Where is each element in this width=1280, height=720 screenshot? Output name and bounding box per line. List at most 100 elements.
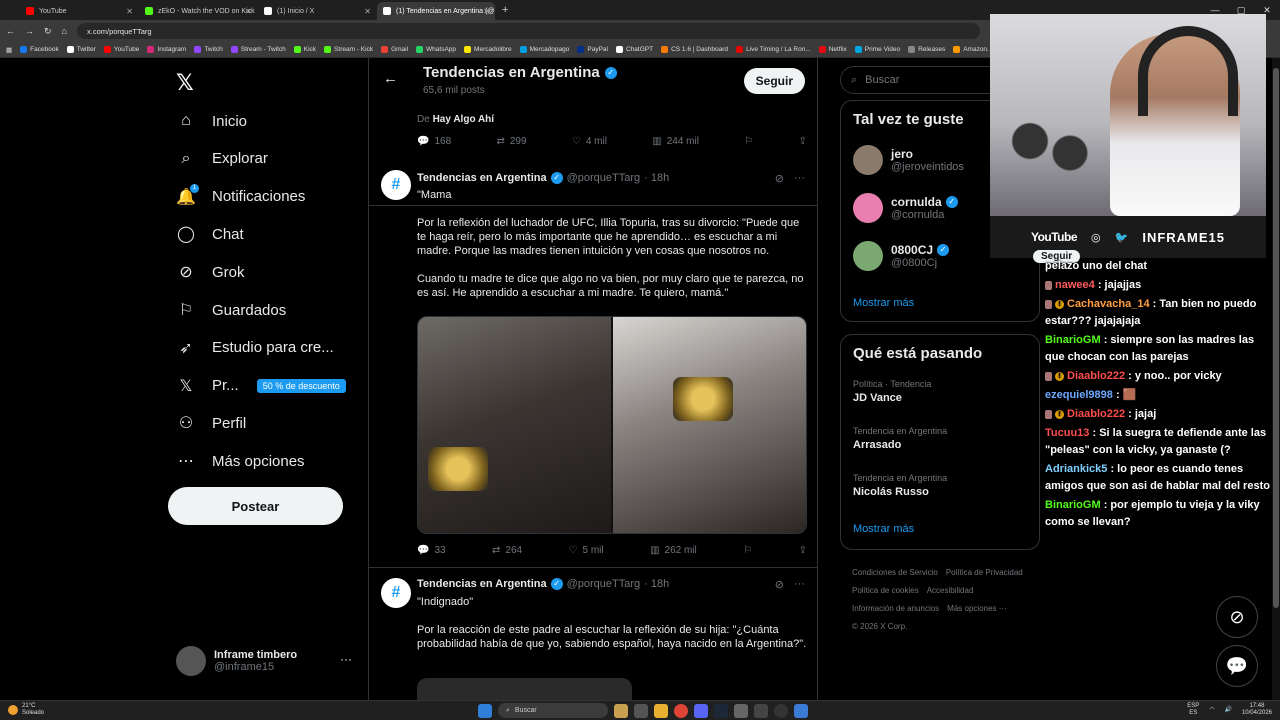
tweet[interactable]: # Tendencias en Argentina ✓ @porqueTTarg… [369, 160, 817, 568]
bookmark-item[interactable]: Instagram [147, 46, 186, 53]
bookmark-item[interactable]: PayPal [577, 46, 608, 53]
avatar[interactable] [853, 145, 883, 175]
grok-icon[interactable]: ⊘ [1216, 596, 1258, 638]
url-field[interactable]: x.com/porqueTTarg [76, 23, 980, 39]
post-button[interactable]: Postear [168, 487, 343, 525]
bookmark-icon[interactable]: ⚐ [743, 545, 752, 556]
browser-tab[interactable]: YouTube ✕ [20, 2, 138, 20]
bookmark-item[interactable]: Gmail [381, 46, 408, 53]
bookmark-item[interactable]: Stream - Kick [324, 46, 373, 53]
suggested-account[interactable]: 0800CJ ✓ @0800Cj [853, 241, 950, 271]
back-arrow-icon[interactable]: ← [383, 70, 398, 87]
tweet-time[interactable]: · 18h [644, 172, 669, 184]
follow-button[interactable]: Seguir [743, 68, 805, 94]
avatar[interactable] [853, 193, 883, 223]
author-name[interactable]: Tendencias en Argentina [417, 578, 547, 590]
footer-link[interactable]: Más opciones ··· [947, 604, 1007, 613]
nav-item-grok[interactable]: ⊘ Grok [176, 262, 244, 282]
more-icon[interactable]: ··· [794, 172, 805, 185]
app-icon[interactable] [754, 703, 768, 718]
avatar[interactable]: # [381, 578, 411, 608]
file-explorer-icon[interactable] [654, 703, 668, 718]
browser-tab[interactable]: zEkO - Watch the VOD on Kick ✕ [139, 2, 257, 20]
close-tab-icon[interactable]: ✕ [483, 7, 490, 16]
footer-link[interactable]: Condiciones de Servicio [852, 568, 938, 577]
bookmark-item[interactable]: Kick [293, 46, 316, 53]
tweet-image[interactable] [417, 316, 807, 534]
browser-tab[interactable]: (1) Tendencias en Argentina (@ ✕ [377, 2, 495, 20]
nav-item-chat[interactable]: ◯ Chat [176, 224, 244, 244]
account-name[interactable]: 0800CJ ✓ [891, 243, 950, 257]
source-name[interactable]: Hay Algo Ahí [433, 114, 494, 125]
footer-link[interactable]: Información de anuncios [852, 604, 939, 613]
share-icon[interactable]: ⇪ [799, 545, 807, 556]
author-handle[interactable]: @porqueTTarg [567, 172, 641, 184]
volume-icon[interactable]: 🔊 [1224, 707, 1231, 714]
bookmark-item[interactable]: WhatsApp [416, 46, 456, 53]
chrome-icon[interactable] [674, 703, 688, 718]
nav-item-m-s-opciones[interactable]: ⋯ Más opciones [176, 451, 305, 471]
more-icon[interactable]: ··· [340, 652, 352, 666]
close-tab-icon[interactable]: ✕ [126, 7, 133, 16]
windows-start-icon[interactable] [478, 703, 492, 718]
app-icon[interactable] [794, 703, 808, 718]
suggested-account[interactable]: cornulda ✓ @cornulda [853, 193, 958, 223]
repost-button[interactable]: ⇄ 299 [496, 136, 526, 147]
bookmark-item[interactable]: YouTube [103, 46, 139, 53]
steam-icon[interactable] [714, 703, 728, 718]
show-more-link[interactable]: Mostrar más [853, 523, 914, 535]
bookmark-item[interactable]: Mercadopago [519, 46, 569, 53]
repost-button[interactable]: ⇄ 264 [492, 545, 522, 556]
footer-link[interactable]: © 2026 X Corp. [852, 622, 907, 631]
bookmark-item[interactable]: Amazon. [953, 46, 989, 53]
bookmark-item[interactable]: Twitter [66, 46, 96, 53]
share-icon[interactable]: ⇪ [799, 136, 807, 147]
nav-item-perfil[interactable]: ⚇ Perfil [176, 413, 246, 433]
discord-icon[interactable] [694, 703, 708, 718]
account-name[interactable]: jero [891, 147, 964, 161]
close-tab-icon[interactable]: ✕ [364, 7, 371, 16]
views-button[interactable]: ▥ 262 mil [650, 545, 697, 556]
chat-username[interactable]: nawee4 [1055, 279, 1095, 291]
taskbar-search[interactable]: ⌕ Buscar [498, 703, 608, 718]
scrollbar-thumb[interactable] [1273, 68, 1279, 608]
widget-icon[interactable] [614, 703, 628, 718]
new-tab-button[interactable]: + [502, 4, 508, 16]
reload-icon[interactable]: ↻ [44, 26, 52, 37]
wifi-icon[interactable]: ◠ [1209, 707, 1214, 714]
footer-link[interactable]: Política de Privacidad [946, 568, 1023, 577]
show-more-link[interactable]: Mostrar más [853, 297, 914, 309]
app-icon[interactable] [734, 703, 748, 718]
weather-widget[interactable]: 21°C Soleado [8, 703, 44, 717]
bookmark-item[interactable]: ChatGPT [615, 46, 653, 53]
chat-username[interactable]: BinarioGM [1045, 499, 1101, 511]
chat-username[interactable]: Cachavacha_14 [1067, 298, 1150, 310]
home-icon[interactable]: ⌂ [62, 26, 67, 36]
chat-username[interactable]: Tucuu13 [1045, 427, 1089, 439]
reply-button[interactable]: 💬 33 [417, 545, 446, 556]
back-icon[interactable]: ← [6, 26, 15, 36]
bookmark-item[interactable]: Prime Video [854, 46, 900, 53]
task-view-icon[interactable] [634, 703, 648, 718]
bookmark-item[interactable]: Live Timing / La Ron... [736, 46, 811, 53]
account-name[interactable]: cornulda ✓ [891, 195, 958, 209]
bookmark-item[interactable]: Facebook [20, 46, 59, 53]
tweet-image[interactable] [417, 678, 632, 700]
footer-link[interactable]: Política de cookies [852, 586, 919, 595]
suggested-account[interactable]: jero @jeroveintidos [853, 145, 964, 175]
trend-item[interactable]: Tendencia en Argentina Arrasado [853, 426, 947, 451]
chat-username[interactable]: Adriankick5 [1045, 463, 1107, 475]
bookmark-icon[interactable]: ⚐ [744, 136, 753, 147]
chat-username[interactable]: ezequiel9898 [1045, 389, 1113, 401]
x-logo-icon[interactable]: 𝕏 [176, 70, 194, 96]
nav-item-inicio[interactable]: ⌂ Inicio [176, 111, 247, 131]
like-button[interactable]: ♡ 5 mil [569, 545, 604, 556]
footer-link[interactable]: Accesibilidad [927, 586, 974, 595]
like-button[interactable]: ♡ 4 mil [572, 136, 607, 147]
tweet-time[interactable]: · 18h [644, 578, 669, 590]
author-name[interactable]: Tendencias en Argentina [417, 172, 547, 184]
nav-item-guardados[interactable]: ⚐ Guardados [176, 300, 286, 320]
author-handle[interactable]: @porqueTTarg [567, 578, 641, 590]
avatar[interactable] [853, 241, 883, 271]
bookmark-item[interactable]: Releases [908, 46, 945, 53]
